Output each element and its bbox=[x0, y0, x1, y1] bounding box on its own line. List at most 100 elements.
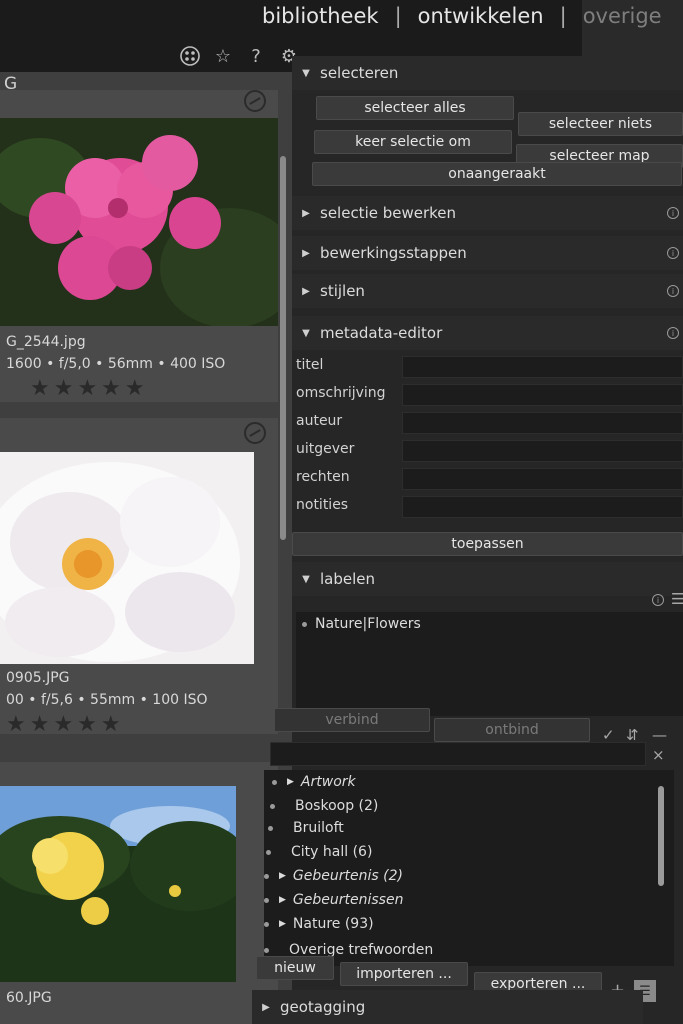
thumbnail-filename: 60.JPG bbox=[6, 990, 52, 1006]
view-separator: | bbox=[394, 4, 402, 28]
section-header-select[interactable]: ▼ selecteren bbox=[292, 56, 683, 90]
view-grid-icon[interactable] bbox=[178, 44, 202, 68]
metadata-row: omschrijving bbox=[292, 382, 683, 408]
collapse-triangle-icon: ▼ bbox=[302, 327, 310, 339]
metadata-label: auteur bbox=[296, 413, 343, 429]
expand-arrow-icon[interactable]: ▶ bbox=[279, 871, 286, 881]
attach-button[interactable]: verbind bbox=[274, 708, 430, 732]
select-none-button[interactable]: selecteer niets bbox=[518, 112, 683, 136]
clear-filter-icon[interactable]: × bbox=[652, 746, 665, 764]
tag-dot bbox=[272, 779, 277, 785]
metadata-label: uitgever bbox=[296, 441, 355, 457]
info-icon[interactable]: i bbox=[652, 594, 664, 606]
invert-selection-button[interactable]: keer selectie om bbox=[314, 130, 512, 154]
thumbnail-card[interactable]: 0905.JPG 00 • f/5,6 • 55mm • 100 ISO ★★★… bbox=[0, 418, 278, 737]
tag-item[interactable]: ▶ Nature (93) bbox=[264, 916, 374, 932]
hide-icon[interactable]: — bbox=[652, 726, 667, 744]
metadata-row: auteur bbox=[292, 410, 683, 436]
tag-dot bbox=[270, 803, 275, 809]
apply-button[interactable]: toepassen bbox=[292, 532, 683, 556]
tag-label: City hall (6) bbox=[291, 844, 373, 860]
attached-tag-label: Nature|Flowers bbox=[315, 616, 421, 632]
metadata-row: notities bbox=[292, 494, 683, 520]
new-tag-button[interactable]: nieuw bbox=[256, 956, 334, 980]
section-header-styles[interactable]: ▶ stijlen i bbox=[292, 274, 683, 308]
section-header-metadata[interactable]: ▼ metadata-editor i bbox=[292, 316, 683, 350]
thumbnail-card[interactable]: 60.JPG bbox=[0, 762, 278, 1024]
altered-icon[interactable] bbox=[244, 422, 266, 444]
tag-dot bbox=[302, 621, 307, 627]
metadata-label: titel bbox=[296, 357, 324, 373]
notes-field[interactable] bbox=[402, 496, 683, 518]
description-field[interactable] bbox=[402, 384, 683, 406]
import-button[interactable]: importeren ... bbox=[340, 962, 468, 986]
star-rating[interactable]: ★★★★★ bbox=[6, 712, 125, 737]
title-field[interactable] bbox=[402, 356, 683, 378]
tag-item[interactable]: ▶ Artwork bbox=[272, 774, 356, 790]
thumbnail-filename: G_2544.jpg bbox=[6, 334, 86, 350]
altered-icon[interactable] bbox=[244, 90, 266, 112]
view-tab-library[interactable]: bibliotheek bbox=[262, 4, 379, 28]
tag-item[interactable]: ▶ Gebeurtenissen bbox=[264, 892, 403, 908]
section-header-geotagging[interactable]: ▶ geotagging bbox=[252, 990, 643, 1024]
info-icon[interactable]: i bbox=[667, 327, 679, 339]
tag-label: Nature (93) bbox=[292, 916, 374, 932]
section-header-tagging[interactable]: ▼ labelen bbox=[292, 562, 683, 596]
metadata-row: titel bbox=[292, 354, 683, 380]
collapse-triangle-icon: ▼ bbox=[302, 573, 310, 585]
thumbnail-image[interactable] bbox=[0, 786, 236, 982]
thumbnail-card[interactable]: G_2544.jpg 1600 • f/5,0 • 56mm • 400 ISO… bbox=[0, 90, 278, 402]
tag-dot bbox=[268, 825, 273, 831]
expand-triangle-icon: ▶ bbox=[302, 285, 310, 297]
metadata-row: rechten bbox=[292, 466, 683, 492]
publisher-field[interactable] bbox=[402, 440, 683, 462]
metadata-row: uitgever bbox=[292, 438, 683, 464]
menu-icon[interactable]: ☰ bbox=[671, 590, 683, 608]
untouched-button[interactable]: onaangeraakt bbox=[312, 162, 682, 186]
tag-label: Boskoop (2) bbox=[295, 798, 379, 814]
tag-item[interactable]: ▶ Gebeurtenis (2) bbox=[264, 868, 403, 884]
tag-item[interactable]: City hall (6) bbox=[266, 844, 372, 860]
thumbnail-exif: 1600 • f/5,0 • 56mm • 400 ISO bbox=[6, 356, 226, 372]
expand-arrow-icon[interactable]: ▶ bbox=[279, 895, 286, 905]
expand-arrow-icon[interactable]: ▶ bbox=[287, 777, 294, 787]
view-separator: | bbox=[559, 4, 567, 28]
star-rating[interactable]: ★★★★★ bbox=[30, 376, 149, 401]
filmstrip: G G_2544.jpg 1600 • f/5,0 • 56mm • 400 I… bbox=[0, 72, 292, 1024]
info-icon[interactable]: i bbox=[667, 247, 679, 259]
view-switcher: bibliotheek | ontwikkelen | overige bbox=[262, 0, 683, 72]
expand-triangle-icon: ▶ bbox=[302, 207, 310, 219]
attached-tags-list[interactable]: Nature|Flowers bbox=[296, 612, 683, 716]
tag-label: Gebeurtenissen bbox=[292, 892, 404, 908]
help-icon[interactable]: ? bbox=[244, 44, 268, 68]
section-title: bewerkingsstappen bbox=[320, 244, 467, 262]
view-tab-other[interactable]: overige bbox=[583, 4, 662, 28]
tag-filter-input[interactable] bbox=[270, 742, 646, 766]
filmstrip-scrollbar[interactable] bbox=[280, 156, 286, 540]
view-tab-develop[interactable]: ontwikkelen bbox=[418, 4, 544, 28]
expand-triangle-icon: ▶ bbox=[302, 247, 310, 259]
tag-dictionary-list[interactable]: ▶ Artwork Boskoop (2) Bruiloft City hall… bbox=[264, 770, 674, 966]
star-icon[interactable]: ☆ bbox=[211, 44, 235, 68]
metadata-label: notities bbox=[296, 497, 349, 513]
detach-button[interactable]: ontbind bbox=[434, 718, 590, 742]
right-panel: ▼ selecteren selecteer alles selecteer n… bbox=[252, 56, 683, 1024]
select-all-button[interactable]: selecteer alles bbox=[316, 96, 514, 120]
author-field[interactable] bbox=[402, 412, 683, 434]
section-header-selection-edit[interactable]: ▶ selectie bewerken i bbox=[292, 196, 683, 230]
tag-dot bbox=[264, 873, 269, 879]
expand-arrow-icon[interactable]: ▶ bbox=[279, 919, 286, 929]
thumbnail-image[interactable] bbox=[0, 118, 278, 326]
info-icon[interactable]: i bbox=[667, 285, 679, 297]
tag-list-scrollbar[interactable] bbox=[658, 786, 664, 886]
tag-item[interactable]: Bruiloft bbox=[268, 820, 344, 836]
section-title: labelen bbox=[320, 570, 376, 588]
rights-field[interactable] bbox=[402, 468, 683, 490]
section-header-history[interactable]: ▶ bewerkingsstappen i bbox=[292, 236, 683, 270]
attached-tag[interactable]: Nature|Flowers bbox=[302, 616, 421, 632]
tag-item[interactable]: Boskoop (2) bbox=[270, 798, 378, 814]
section-title: selectie bewerken bbox=[320, 204, 457, 222]
info-icon[interactable]: i bbox=[667, 207, 679, 219]
thumbnail-image[interactable] bbox=[0, 452, 254, 664]
collapse-triangle-icon: ▼ bbox=[302, 67, 310, 79]
